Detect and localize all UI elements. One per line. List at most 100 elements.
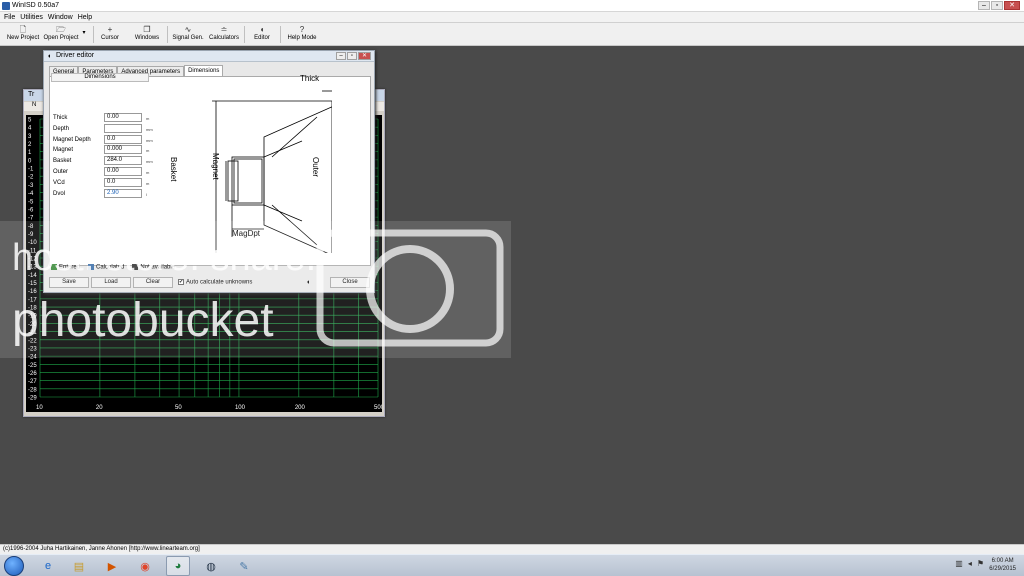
y-tick-label: -29 xyxy=(28,396,37,402)
start-button[interactable] xyxy=(4,556,24,576)
media-player-icon[interactable]: ▶ xyxy=(100,556,124,576)
open-folder-icon: 🗁 xyxy=(56,25,66,34)
field-row-magnet: Magnet 0.000 m xyxy=(51,145,171,155)
help-mode-button[interactable]: ? Help Mode xyxy=(285,24,319,45)
explorer-icon[interactable]: ▤ xyxy=(67,556,91,576)
menu-window[interactable]: Window xyxy=(48,12,73,22)
y-tick-label: 2 xyxy=(28,142,32,148)
y-tick-label: 4 xyxy=(28,126,32,132)
x-tick-label: 100 xyxy=(235,405,246,411)
field-input-outer[interactable]: 0.00 xyxy=(104,167,142,176)
system-tray: ▥ ◂ ⚑ xyxy=(955,559,984,568)
y-tick-label: -2 xyxy=(28,175,34,181)
field-input-magnet-depth[interactable]: 0.0 xyxy=(104,134,142,144)
open-project-button[interactable]: 🗁 Open Project xyxy=(42,24,80,45)
minimize-icon[interactable]: – xyxy=(978,1,990,10)
status-bar: (c)1996-2004 Juha Hartikainen, Janne Aho… xyxy=(0,544,1024,554)
network-icon[interactable]: ▥ xyxy=(955,559,963,568)
volume-icon[interactable]: ◂ xyxy=(968,559,972,568)
field-unit: m xyxy=(146,170,150,175)
field-input-dvol[interactable]: 2.90 xyxy=(104,188,142,198)
app-icon xyxy=(2,2,10,10)
field-input-depth[interactable] xyxy=(104,123,142,133)
field-row-vcd: VCd 0.0 m xyxy=(51,177,171,188)
minimize-icon[interactable]: – xyxy=(336,52,346,60)
field-input-basket[interactable]: 284.0 xyxy=(104,156,142,166)
field-label: Thick xyxy=(53,115,68,121)
window-title: WinISD 0.50a7 xyxy=(12,2,60,9)
tab-dimensions[interactable]: Dimensions xyxy=(184,65,224,76)
field-input-magnet[interactable]: 0.000 xyxy=(104,145,142,155)
menu-file[interactable]: File xyxy=(4,12,15,22)
x-tick-label: 200 xyxy=(295,405,306,411)
field-input-thick[interactable]: 0.00 xyxy=(104,113,142,122)
clock[interactable]: 6:00 AM 6/29/2015 xyxy=(989,557,1016,573)
field-unit: l xyxy=(146,191,147,197)
field-unit: mm xyxy=(146,159,153,165)
help-icon: ? xyxy=(299,25,305,34)
field-label: Depth xyxy=(53,125,70,132)
close-icon[interactable]: ✕ xyxy=(358,52,371,60)
x-tick-label: 500 xyxy=(374,405,382,411)
diagram-label-basket: Basket xyxy=(169,157,178,182)
field-unit: mm xyxy=(146,137,153,143)
cursor-button[interactable]: + Cursor xyxy=(98,24,122,45)
field-label: Basket xyxy=(53,158,72,165)
field-unit: m xyxy=(146,148,150,154)
field-unit: m xyxy=(146,180,150,186)
calculators-button[interactable]: ≐ Calculators xyxy=(207,24,241,45)
field-label: Magnet Depth xyxy=(53,136,91,143)
menu-utilities[interactable]: Utilities xyxy=(20,12,43,22)
editor-button[interactable]: ◖ Editor xyxy=(249,24,275,45)
field-row-thick: Thick 0.00 m xyxy=(51,113,171,123)
field-label: Outer xyxy=(53,169,69,175)
window-controls: – ▫ ✕ xyxy=(978,1,1020,10)
diagram-label-thick: Thick xyxy=(300,74,320,83)
maximize-icon[interactable]: ▫ xyxy=(347,52,357,60)
field-row-outer: Outer 0.00 m xyxy=(51,167,171,177)
restore-icon[interactable]: ▫ xyxy=(991,1,1003,10)
winisd-icon[interactable]: ◕ xyxy=(166,556,190,576)
driver-editor-title: Driver editor xyxy=(56,52,95,59)
watermark-line2: photobucket xyxy=(12,294,274,347)
camera-logo-icon xyxy=(316,229,504,347)
y-tick-label: 1 xyxy=(28,150,32,156)
field-unit: mm xyxy=(146,126,153,132)
speaker-icon: ◖ xyxy=(47,53,52,60)
y-tick-label: -26 xyxy=(28,371,37,377)
field-row-basket: Basket 284.0 mm xyxy=(51,156,171,166)
signal-gen-button[interactable]: ∿ Signal Gen. xyxy=(171,24,205,45)
watermark-line1: host. store. share. xyxy=(12,237,317,279)
chrome-icon[interactable]: ◉ xyxy=(133,556,157,576)
menu-help[interactable]: Help xyxy=(78,12,92,22)
x-tick-label: 50 xyxy=(175,405,182,411)
field-unit: m xyxy=(146,116,150,121)
editor-window-controls: – ▫ ✕ xyxy=(336,52,371,60)
flag-icon[interactable]: ⚑ xyxy=(977,559,984,568)
y-tick-label: 0 xyxy=(28,158,32,164)
crosshair-icon: + xyxy=(107,25,113,34)
close-icon[interactable]: ✕ xyxy=(1004,1,1020,10)
paint-icon[interactable]: ✎ xyxy=(232,556,256,576)
toolbar-separator xyxy=(167,26,168,43)
driver-editor-titlebar[interactable]: ◖ Driver editor – ▫ ✕ xyxy=(44,51,374,62)
graph-toolbar-label[interactable]: N xyxy=(32,102,36,108)
windows-button[interactable]: ❐ Windows xyxy=(132,24,162,45)
sine-wave-icon: ∿ xyxy=(184,25,192,34)
y-tick-label: -4 xyxy=(28,191,34,197)
diagram-label-outer: Outer xyxy=(311,157,320,178)
y-tick-label: -28 xyxy=(28,387,37,393)
ie-icon[interactable]: e xyxy=(36,556,60,576)
y-tick-label: -1 xyxy=(28,167,34,173)
toolbar-separator xyxy=(280,26,281,43)
title-bar: WinISD 0.50a7 – ▫ ✕ xyxy=(0,0,1024,12)
field-input-vcd[interactable]: 0.0 xyxy=(104,177,142,187)
clock-date: 6/29/2015 xyxy=(989,566,1016,572)
y-tick-label: -3 xyxy=(28,183,34,189)
y-tick-label: 5 xyxy=(28,118,32,124)
x-tick-label: 10 xyxy=(36,405,43,411)
app-icon[interactable]: ◍ xyxy=(199,556,223,576)
new-project-button[interactable]: 🗋 New Project xyxy=(6,24,40,45)
toolbar-separator xyxy=(244,26,245,43)
field-label: VCd xyxy=(53,179,65,186)
